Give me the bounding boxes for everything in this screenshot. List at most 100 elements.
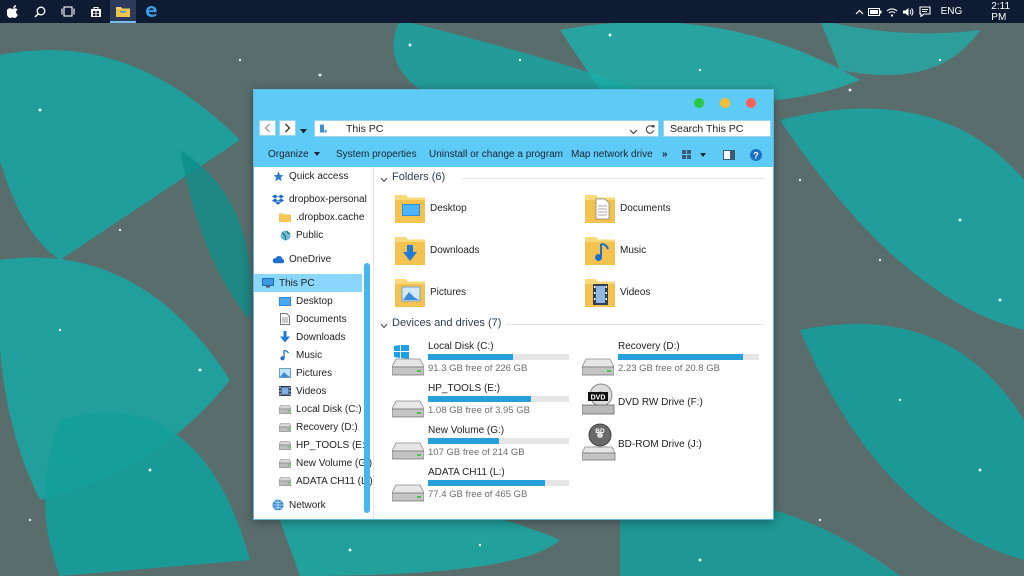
computer-icon [262,277,274,289]
command-bar: Organize System properties Uninstall or … [254,143,773,167]
drive-free-space: 107 GB free of 214 GB [428,447,525,458]
map-network-drive-button[interactable]: Map network drive [571,149,653,160]
drive-label: HP_TOOLS (E:) [428,383,501,394]
folder-pictures[interactable]: Pictures [394,275,564,315]
address-dropdown-icon[interactable] [629,126,638,138]
help-icon[interactable]: ? [750,149,762,164]
folder-label: Pictures [430,287,467,298]
nav-scrollbar[interactable] [364,263,370,513]
drive-label: DVD RW Drive (F:) [618,397,703,408]
organize-button[interactable]: Organize [268,149,321,160]
drive-free-space: 91.3 GB free of 226 GB [428,363,528,374]
search-icon[interactable] [27,0,53,23]
nav-item-dropbox-personal[interactable]: dropbox-personal [254,190,380,208]
nav-item-label: .dropbox.cache [296,211,365,223]
folders-group-header[interactable]: Folders (6) [392,171,445,183]
nav-item-label: ADATA CH11 (L:) [296,475,373,487]
drive-free-space: 2.23 GB free of 20.8 GB [618,363,720,374]
globe-icon [279,229,291,241]
title-bar[interactable] [254,90,773,117]
content-pane: Folders (6) Devices and drives (7) Deskt… [374,167,773,519]
folder-icon [279,211,291,223]
nav-item-label: Documents [296,313,347,325]
drives-group-header[interactable]: Devices and drives (7) [392,317,501,329]
clock[interactable]: 2:11 PM [991,1,1024,23]
drive-label: Local Disk (C:) [428,341,494,352]
battery-icon[interactable] [866,7,884,16]
search-box[interactable]: Search This PC [663,120,771,137]
cloud-icon [272,253,284,265]
windows-drive-icon [391,344,425,380]
nav-item-label: Videos [296,385,327,397]
drive-label: Recovery (D:) [618,341,680,352]
folder-documents[interactable]: Documents [584,191,754,231]
nav-item-dropbox-cache[interactable]: .dropbox.cache [254,208,387,226]
drive-icon [279,403,291,415]
computer-icon [319,124,327,136]
forward-button[interactable] [279,120,296,136]
drive-usage-bar [428,438,569,444]
nav-item-label: Network [289,499,326,511]
view-options-icon[interactable] [682,150,706,163]
drive-recovery-d[interactable]: Recovery (D:) 2.23 GB free of 20.8 GB [581,341,772,381]
wifi-icon[interactable] [884,7,900,17]
system-properties-button[interactable]: System properties [336,149,417,160]
folder-label: Desktop [430,203,467,214]
folder-downloads[interactable]: Downloads [394,233,564,273]
maximize-button[interactable] [694,98,704,108]
collapse-folders-icon[interactable] [380,174,388,186]
preview-pane-icon[interactable] [723,150,735,163]
dropbox-icon [272,193,284,205]
nav-item-label: OneDrive [289,253,332,265]
refresh-icon[interactable] [645,124,655,137]
drive-new-volume-g[interactable]: New Volume (G:) 107 GB free of 214 GB [391,425,582,465]
apple-logo-icon[interactable] [0,0,26,23]
back-button[interactable] [259,120,276,136]
language-indicator[interactable]: ENG [941,6,963,17]
drive-dvd-rw-drive-f[interactable]: DVD DVD RW Drive (F:) [581,383,772,423]
nav-item-onedrive[interactable]: OneDrive [254,250,380,268]
nav-item-public[interactable]: Public [254,226,387,244]
task-view-icon[interactable] [55,0,81,23]
folder-desktop[interactable]: Desktop [394,191,564,231]
collapse-drives-icon[interactable] [380,320,388,332]
address-bar[interactable]: This PC [314,120,659,137]
downloads-folder-icon [394,233,426,270]
nav-item-label: dropbox-personal [289,193,367,205]
drive-hp-tools-e[interactable]: HP_TOOLS (E:) 1.08 GB free of 3.95 GB [391,383,582,423]
file-explorer-icon[interactable] [110,0,136,23]
music-folder-icon [584,233,616,270]
close-button[interactable] [746,98,756,108]
drive-bd-rom-drive-j[interactable]: BD BD-ROM Drive (J:) [581,423,772,465]
volume-icon[interactable] [900,7,916,17]
nav-item-network[interactable]: Network [254,496,380,514]
nav-item-this-pc[interactable]: This PC [254,274,362,292]
drive-usage-bar [428,396,569,402]
uninstall-program-button[interactable]: Uninstall or change a program [429,149,563,160]
nav-item-quick-access[interactable]: Quick access [254,167,380,185]
pictures-folder-icon [394,275,426,312]
recent-locations-chevron-icon[interactable] [300,125,307,137]
nav-item-label: Local Disk (C:) [296,403,362,415]
drive-local-disk-c[interactable]: Local Disk (C:) 91.3 GB free of 226 GB [391,341,582,381]
drive-label: ADATA CH11 (L:) [428,467,505,478]
nav-item-label: Downloads [296,331,346,343]
svg-text:BD: BD [595,428,605,435]
folder-music[interactable]: Music [584,233,754,273]
nav-item-label: New Volume (G:) [296,457,373,469]
more-commands-button[interactable]: » [662,149,668,160]
chevron-up-icon[interactable] [852,9,866,15]
taskbar: ENG 2:11 PM [0,0,1024,23]
navigation-pane: Quick access dropbox-personal .dropbox.cac… [254,167,373,519]
documents-icon [279,313,291,325]
drive-icon [279,457,291,469]
group-divider [506,324,764,325]
music-icon [279,349,291,361]
store-icon[interactable] [83,0,109,23]
drive-adata-ch11-l[interactable]: ADATA CH11 (L:) 77.4 GB free of 465 GB [391,467,582,507]
search-input[interactable]: Search This PC [670,123,743,135]
notification-icon[interactable] [917,6,933,17]
edge-icon[interactable] [138,0,164,23]
minimize-button[interactable] [720,98,730,108]
folder-videos[interactable]: Videos [584,275,754,315]
